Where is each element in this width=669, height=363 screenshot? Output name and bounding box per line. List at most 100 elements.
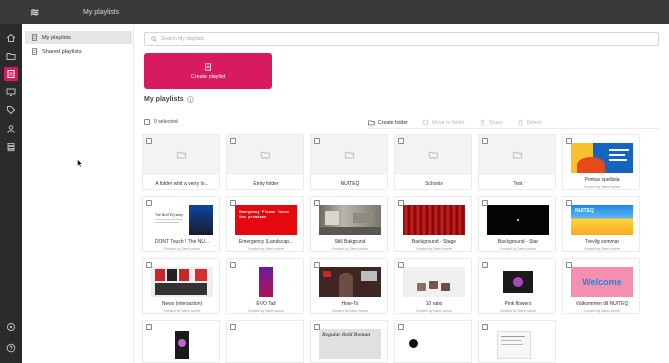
select-all-row: 0 selected (144, 119, 178, 125)
nav-item-shared-playlists[interactable]: Shared playlists (25, 45, 132, 58)
app-window: ≋ My playlists My playlists Shared playl… (0, 0, 669, 363)
search-input[interactable]: Search My playlists (144, 32, 659, 46)
playlist-card[interactable]: EVO Tall Created by Sanni somer (226, 258, 304, 314)
card-checkbox[interactable] (566, 262, 572, 268)
card-checkbox[interactable] (146, 138, 152, 144)
users-icon[interactable] (5, 123, 17, 135)
share-button[interactable]: Share (479, 119, 503, 126)
playlist-card[interactable] (226, 320, 304, 363)
playlist-card[interactable]: Background - Star Created by Sanni somer (478, 196, 556, 252)
card-name: Test (513, 181, 523, 187)
settings-icon[interactable] (5, 321, 17, 333)
playlist-card[interactable] (478, 320, 556, 363)
card-checkbox[interactable] (146, 262, 152, 268)
playlist-card[interactable]: News (interaction) Created by Sanni some… (142, 258, 220, 314)
toolbar: Create folder Move to folder Share Delet… (368, 119, 542, 126)
playlist-card[interactable]: Welcome Välkommen till NUITEQ Created by… (562, 258, 640, 314)
card-checkbox[interactable] (566, 200, 572, 206)
layers-icon[interactable] (5, 141, 17, 153)
card-checkbox[interactable] (146, 200, 152, 206)
playlist-card[interactable]: Background - Stage Created by Sanni some… (394, 196, 472, 252)
card-checkbox[interactable] (230, 324, 236, 330)
playlist-card[interactable]: Regular Bold Roman (310, 320, 388, 363)
card-checkbox[interactable] (398, 324, 404, 330)
playlist-thumbnail (403, 205, 465, 235)
home-icon[interactable] (5, 32, 17, 44)
move-to-folder-button[interactable]: Move to folder (422, 119, 465, 126)
card-author: Created by Sanni somer (499, 247, 537, 251)
delete-button[interactable]: Delete (517, 119, 542, 126)
card-name: Background - Star (497, 239, 539, 245)
card-checkbox[interactable] (566, 138, 572, 144)
create-playlist-button[interactable]: Create playlist (144, 53, 272, 89)
nav-item-label: My playlists (42, 34, 71, 41)
card-checkbox[interactable] (314, 324, 320, 330)
card-checkbox[interactable] (314, 138, 320, 144)
playlist-icon (31, 34, 38, 41)
card-checkbox[interactable] (482, 138, 488, 144)
playlist-card[interactable]: NUITEQ Trevlig sommar Created by Sanni s… (562, 196, 640, 252)
thumb-text: Emergency Please leave the premises (239, 211, 290, 220)
playlist-card[interactable]: Still Bakgrund Created by Sanni somer (310, 196, 388, 252)
card-name: News (interaction) (161, 301, 203, 307)
create-folder-button[interactable]: Create folder (368, 119, 408, 126)
search-placeholder: Search My playlists (161, 36, 205, 42)
info-icon[interactable] (187, 96, 194, 103)
top-bar-title: My playlists (83, 8, 120, 16)
card-author: Created by Sanni somer (583, 185, 621, 189)
help-icon[interactable] (5, 342, 17, 354)
folder-thumbnail (395, 135, 471, 175)
card-checkbox[interactable] (398, 200, 404, 206)
folder-card[interactable]: Schools (394, 134, 472, 190)
card-checkbox[interactable] (314, 262, 320, 268)
folder-card[interactable]: Test (478, 134, 556, 190)
folder-icon[interactable] (5, 50, 17, 62)
playlist-card[interactable]: How-To Created by Sanni somer (310, 258, 388, 314)
card-author: Created by Sanni somer (415, 309, 453, 313)
nav-item-my-playlists[interactable]: My playlists (25, 31, 132, 44)
card-checkbox[interactable] (230, 262, 236, 268)
screen-icon[interactable] (5, 86, 17, 98)
card-checkbox[interactable] (314, 200, 320, 206)
share-icon (479, 119, 485, 126)
select-all-checkbox[interactable] (144, 119, 150, 125)
folder-card[interactable]: A folder whit a verry lo... (142, 134, 220, 190)
move-icon (422, 119, 429, 126)
card-name: NUITEQ (340, 181, 360, 187)
playlist-thumbnail: Welcome (571, 267, 633, 297)
app-logo-icon[interactable]: ≋ (30, 6, 60, 19)
add-playlist-icon (205, 62, 211, 71)
playlist-thumbnail (487, 329, 549, 359)
playlist-thumbnail (319, 205, 381, 235)
card-checkbox[interactable] (482, 262, 488, 268)
playlist-card[interactable]: Emergency Please leave the premises Emer… (226, 196, 304, 252)
playlist-card[interactable]: The NUITEQ story DONT Touch ! The NU... … (142, 196, 220, 252)
tag-icon[interactable] (5, 104, 17, 116)
create-playlist-label: Create playlist (190, 73, 226, 80)
playlist-card[interactable] (394, 320, 472, 363)
thumb-text: The NUITEQ story (155, 213, 183, 217)
playlist-card[interactable]: Pink flowers Created by Sanni somer (478, 258, 556, 314)
card-checkbox[interactable] (230, 200, 236, 206)
playlist-card[interactable]: 10 ratio Created by Sanni somer (394, 258, 472, 314)
card-checkbox[interactable] (230, 138, 236, 144)
card-name: Trevlig sommar (584, 239, 620, 245)
card-author: Created by Sanni somer (247, 247, 285, 251)
folder-card[interactable]: NUITEQ (310, 134, 388, 190)
card-name: DONT Touch ! The NU... (154, 239, 210, 245)
folder-card[interactable]: Emty folder (226, 134, 304, 190)
playlist-card[interactable] (142, 320, 220, 363)
card-checkbox[interactable] (482, 324, 488, 330)
playlist-icon[interactable] (4, 67, 18, 81)
left-nav-panel: My playlists Shared playlists (22, 24, 134, 363)
card-name: EVO Tall (256, 301, 276, 307)
nav-item-label: Shared playlists (42, 48, 82, 55)
playlist-thumbnail (487, 205, 549, 235)
search-icon (151, 36, 157, 42)
card-checkbox[interactable] (398, 138, 404, 144)
card-checkbox[interactable] (146, 324, 152, 330)
playlist-card[interactable]: Pontus spellista Created by Sanni somer (562, 134, 640, 190)
card-checkbox[interactable] (482, 200, 488, 206)
card-author: Created by Sanni somer (331, 309, 369, 313)
card-checkbox[interactable] (398, 262, 404, 268)
